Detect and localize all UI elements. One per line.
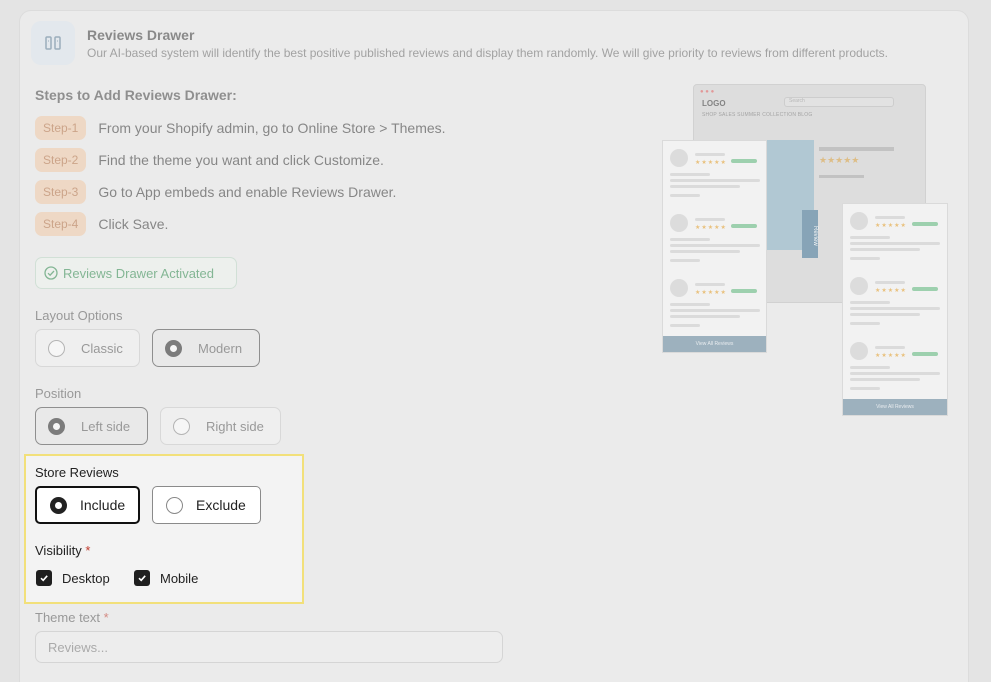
mockup-stars: ★★★★★ [819, 155, 860, 165]
mockup-review-item: ★★★★★ [668, 206, 761, 266]
theme-text-input[interactable] [35, 631, 503, 663]
window-dots-icon: ● ● ● [700, 89, 715, 95]
step-badge: Step-1 [35, 116, 87, 140]
store-reviews-exclude[interactable]: Exclude [152, 486, 261, 524]
position-option-right[interactable]: Right side [160, 407, 281, 445]
mockup-review-item: ★★★★★ [848, 334, 942, 394]
mockup-review-item: ★★★★★ [848, 269, 942, 329]
step-badge: Step-2 [35, 148, 87, 172]
page-title: Reviews Drawer [87, 27, 195, 43]
option-label: Left side [81, 418, 131, 434]
mockup-drawer-left: ★★★★★ ★★★★★ ★★★★★ View All Reviews [662, 140, 767, 353]
radio-icon [48, 417, 65, 435]
drawer-icon [31, 21, 75, 65]
step-text: Find the theme you want and click Custom… [98, 152, 384, 168]
activated-status-label: Reviews Drawer Activated [63, 265, 214, 281]
layout-option-classic[interactable]: Classic [35, 329, 140, 367]
mockup-review-item: ★★★★★ [668, 141, 761, 201]
mockup-review-item: ★★★★★ [848, 204, 942, 264]
visibility-label: Visibility * [35, 543, 91, 558]
mockup-view-all: View All Reviews [663, 336, 766, 352]
radio-icon [165, 339, 182, 357]
position-option-left[interactable]: Left side [35, 407, 148, 445]
layout-options-label: Layout Options [35, 308, 123, 323]
mockup-search: Search [784, 97, 894, 107]
store-reviews-section: Store Reviews Include Exclude Visibility… [24, 454, 304, 604]
checkbox-checked-icon [134, 570, 150, 586]
drawer-preview-illustration: ● ● ● LOGO Search SHOP SALES SUMMER COLL… [662, 84, 952, 419]
radio-icon [173, 417, 190, 435]
steps-title: Steps to Add Reviews Drawer: [35, 87, 237, 103]
step-item: Step-1 From your Shopify admin, go to Onl… [35, 116, 446, 140]
mockup-drawer-right: ★★★★★ ★★★★★ ★★★★★ View All Reviews [842, 203, 948, 416]
radio-icon [166, 496, 183, 514]
step-item: Step-4 Click Save. [35, 212, 168, 236]
mockup-text-line [819, 175, 864, 178]
mockup-nav: SHOP SALES SUMMER COLLECTION BLOG [702, 112, 813, 118]
step-badge: Step-4 [35, 212, 87, 236]
layout-option-modern[interactable]: Modern [152, 329, 260, 367]
step-text: From your Shopify admin, go to Online St… [98, 120, 446, 136]
activated-status-badge: Reviews Drawer Activated [35, 257, 237, 289]
step-badge: Step-3 [35, 180, 87, 204]
option-label: Modern [198, 340, 243, 356]
checkbox-label: Mobile [160, 570, 199, 586]
mockup-logo: LOGO [702, 99, 726, 108]
option-label: Classic [81, 340, 123, 356]
visibility-desktop-checkbox[interactable]: Desktop [36, 570, 110, 586]
visibility-mobile-checkbox[interactable]: Mobile [134, 570, 198, 586]
option-label: Exclude [196, 497, 246, 513]
theme-text-label: Theme text * [35, 610, 109, 625]
mockup-review-tab: Review [802, 210, 818, 258]
step-item: Step-3 Go to App embeds and enable Review… [35, 180, 396, 204]
radio-icon [50, 496, 67, 514]
page-description: Our AI-based system will identify the be… [87, 46, 889, 60]
store-reviews-include[interactable]: Include [35, 486, 140, 524]
checkbox-checked-icon [36, 570, 52, 586]
mockup-view-all: View All Reviews [843, 399, 947, 415]
position-label: Position [35, 386, 82, 401]
checkbox-label: Desktop [62, 570, 110, 586]
step-text: Go to App embeds and enable Reviews Draw… [98, 184, 397, 200]
radio-icon [48, 339, 65, 357]
mockup-text-line [819, 147, 894, 151]
mockup-review-item: ★★★★★ [668, 271, 761, 331]
check-circle-icon [44, 266, 58, 280]
store-reviews-label: Store Reviews [35, 465, 119, 480]
step-item: Step-2 Find the theme you want and click … [35, 148, 384, 172]
step-text: Click Save. [98, 216, 169, 232]
option-label: Right side [206, 418, 264, 434]
option-label: Include [80, 497, 126, 513]
